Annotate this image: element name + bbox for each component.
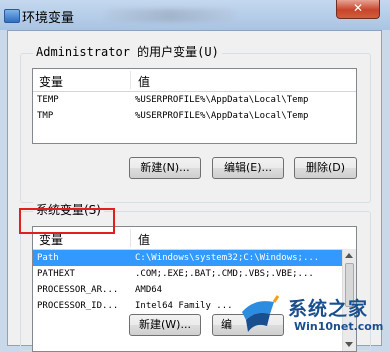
column-divider[interactable] [130, 71, 131, 89]
list-item-selected[interactable]: Path C:\Windows\system32;C:\Windows;... [33, 250, 344, 266]
list-item[interactable]: PATHEXT .COM;.EXE;.BAT;.CMD;.VBS;.VBE;..… [33, 266, 344, 282]
variable-name: Path [37, 253, 59, 263]
variable-name: PROCESSOR_ID... [37, 301, 119, 311]
variable-name: TEMP [37, 95, 59, 105]
window-title: 环境变量 [22, 11, 75, 26]
variable-value: %USERPROFILE%\AppData\Local\Temp [135, 111, 309, 121]
close-button[interactable]: ✕ [336, 0, 380, 19]
user-variables-group: Administrator 的用户变量(U) 变量 值 TEMP %USERPR… [20, 43, 371, 203]
user-list-header: 变量 值 [33, 69, 356, 92]
window-icon [4, 9, 20, 23]
column-header-value[interactable]: 值 [138, 73, 150, 90]
list-item[interactable]: TMP %USERPROFILE%\AppData\Local\Temp [33, 108, 356, 124]
windows-logo-icon [242, 295, 280, 332]
user-variables-title: Administrator 的用户变量(U) [33, 43, 222, 60]
user-delete-button[interactable]: 删除(D) [294, 157, 357, 179]
blurred-background-text [105, 9, 235, 22]
column-header-variable[interactable]: 变量 [39, 73, 63, 90]
user-variables-list[interactable]: 变量 值 TEMP %USERPROFILE%\AppData\Local\Te… [32, 68, 357, 144]
column-divider[interactable] [130, 229, 131, 247]
user-edit-button[interactable]: 编辑(E)... [212, 157, 284, 179]
variable-name: PROCESSOR_AR... [37, 285, 119, 295]
user-new-button[interactable]: 新建(N)... [129, 157, 201, 179]
highlight-box [19, 208, 115, 234]
watermark-url: Win10net.com [294, 320, 384, 333]
watermark: 系统之家 Win10net.com [232, 290, 390, 346]
variable-name: PATHEXT [37, 269, 75, 279]
watermark-title: 系统之家 [288, 298, 369, 320]
column-header-value[interactable]: 值 [138, 231, 150, 248]
system-new-button[interactable]: 新建(W)... [129, 314, 201, 336]
variable-value: AMD64 [135, 285, 163, 295]
variable-name: TMP [37, 111, 54, 121]
variable-value: C:\Windows\system32;C:\Windows;... [135, 253, 320, 263]
variable-value: .COM;.EXE;.BAT;.CMD;.VBS;.VBE;... [135, 269, 314, 279]
variable-value: Intel64 Family ... [135, 301, 233, 311]
scroll-up-icon[interactable] [345, 253, 353, 258]
list-item[interactable]: TEMP %USERPROFILE%\AppData\Local\Temp [33, 92, 356, 108]
title-bar: 环境变量 ✕ [0, 0, 390, 30]
variable-value: %USERPROFILE%\AppData\Local\Temp [135, 95, 309, 105]
